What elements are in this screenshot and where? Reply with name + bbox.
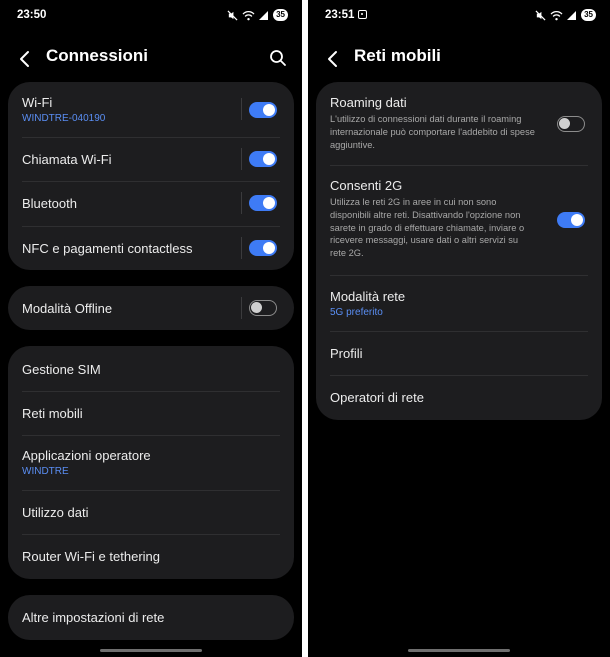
wifi-calling-icon bbox=[242, 10, 255, 20]
more-network-settings-row[interactable]: Altre impostazioni di rete bbox=[8, 595, 294, 640]
wifi-row[interactable]: Wi-Fi WINDTRE-040190 bbox=[8, 82, 294, 137]
operator-apps-label: Applicazioni operatore bbox=[22, 448, 151, 463]
offline-mode-toggle[interactable] bbox=[249, 300, 277, 316]
more-network-settings-label: Altre impostazioni di rete bbox=[22, 610, 165, 625]
network-mode-label: Modalità rete bbox=[330, 289, 406, 304]
mute-icon bbox=[227, 9, 238, 21]
data-roaming-toggle[interactable] bbox=[557, 116, 585, 132]
operator-name: WINDTRE bbox=[22, 466, 69, 477]
wifi-calling-row[interactable]: Chiamata Wi-Fi bbox=[8, 137, 294, 181]
status-bar: 23:51 35 bbox=[308, 0, 610, 32]
profiles-label: Profili bbox=[330, 346, 363, 361]
mobile-networks-label: Reti mobili bbox=[22, 406, 83, 421]
status-icons: 35 bbox=[535, 9, 596, 21]
wifi-calling-toggle[interactable] bbox=[249, 151, 277, 167]
allow-2g-row[interactable]: Consenti 2G Utilizza le reti 2G in aree … bbox=[316, 165, 602, 275]
data-roaming-label: Roaming dati bbox=[330, 95, 407, 110]
offline-card: Modalità Offline bbox=[8, 286, 294, 330]
profiles-row[interactable]: Profili bbox=[316, 331, 602, 375]
page-title: Connessioni bbox=[46, 46, 149, 65]
battery-indicator: 35 bbox=[581, 9, 596, 21]
divider bbox=[241, 192, 242, 214]
bluetooth-label: Bluetooth bbox=[22, 196, 77, 211]
signal-icon bbox=[567, 10, 577, 20]
divider bbox=[241, 98, 242, 120]
operator-apps-row[interactable]: Applicazioni operatore WINDTRE bbox=[8, 435, 294, 490]
battery-indicator: 35 bbox=[273, 9, 288, 21]
wifi-toggle[interactable] bbox=[249, 102, 277, 118]
mobile-networks-card: Roaming dati L'utilizzo di connessioni d… bbox=[316, 82, 602, 420]
hotspot-tethering-label: Router Wi-Fi e tethering bbox=[22, 549, 160, 564]
app-bar: Reti mobili bbox=[308, 40, 610, 76]
more-settings-card: Altre impostazioni di rete bbox=[8, 595, 294, 640]
hotspot-tethering-row[interactable]: Router Wi-Fi e tethering bbox=[8, 534, 294, 579]
signal-icon bbox=[259, 10, 269, 20]
network-mode-value: 5G preferito bbox=[330, 307, 383, 318]
status-icons: 35 bbox=[227, 9, 288, 21]
network-operators-row[interactable]: Operatori di rete bbox=[316, 375, 602, 420]
nfc-row[interactable]: NFC e pagamenti contactless bbox=[8, 226, 294, 270]
search-icon[interactable] bbox=[268, 48, 288, 68]
home-indicator[interactable] bbox=[100, 649, 202, 652]
connections-toggles-card: Wi-Fi WINDTRE-040190 Chiamata Wi-Fi Blue… bbox=[8, 82, 294, 270]
nfc-label: NFC e pagamenti contactless bbox=[22, 241, 193, 256]
status-time: 23:51 bbox=[325, 9, 355, 21]
reti-mobili-screen: 23:51 35 Reti mobili Roaming dati L'util… bbox=[308, 0, 610, 657]
offline-mode-row[interactable]: Modalità Offline bbox=[8, 286, 294, 330]
status-time: 23:50 bbox=[17, 9, 47, 21]
app-bar: Connessioni bbox=[0, 40, 302, 76]
network-settings-card: Gestione SIM Reti mobili Applicazioni op… bbox=[8, 346, 294, 579]
data-usage-label: Utilizzo dati bbox=[22, 505, 89, 520]
divider bbox=[241, 237, 242, 259]
bluetooth-row[interactable]: Bluetooth bbox=[8, 181, 294, 226]
allow-2g-toggle[interactable] bbox=[557, 212, 585, 228]
allow-2g-description: Utilizza le reti 2G in aree in cui non s… bbox=[330, 197, 525, 259]
wifi-label: Wi-Fi bbox=[22, 95, 53, 110]
bluetooth-toggle[interactable] bbox=[249, 195, 277, 211]
nfc-toggle[interactable] bbox=[249, 240, 277, 256]
network-operators-label: Operatori di rete bbox=[330, 390, 424, 405]
data-usage-row[interactable]: Utilizzo dati bbox=[8, 490, 294, 534]
back-arrow-icon[interactable] bbox=[322, 48, 344, 70]
divider bbox=[241, 297, 242, 319]
offline-mode-label: Modalità Offline bbox=[22, 301, 113, 316]
status-bar: 23:50 35 bbox=[0, 0, 302, 32]
wifi-calling-label: Chiamata Wi-Fi bbox=[22, 152, 112, 167]
wifi-calling-icon bbox=[550, 10, 563, 20]
screenshot-icon bbox=[358, 10, 367, 19]
connessioni-screen: 23:50 35 Connessioni Wi-Fi WINDTRE-04019… bbox=[0, 0, 302, 657]
home-indicator[interactable] bbox=[408, 649, 510, 652]
wifi-network-name: WINDTRE-040190 bbox=[22, 113, 106, 124]
data-roaming-row[interactable]: Roaming dati L'utilizzo di connessioni d… bbox=[316, 82, 602, 165]
allow-2g-label: Consenti 2G bbox=[330, 178, 403, 193]
mute-icon bbox=[535, 9, 546, 21]
sim-management-label: Gestione SIM bbox=[22, 362, 101, 377]
page-title: Reti mobili bbox=[354, 46, 441, 65]
data-roaming-description: L'utilizzo di connessioni dati durante i… bbox=[330, 114, 535, 150]
back-arrow-icon[interactable] bbox=[14, 48, 36, 70]
divider bbox=[241, 148, 242, 170]
network-mode-row[interactable]: Modalità rete 5G preferito bbox=[316, 275, 602, 331]
mobile-networks-row[interactable]: Reti mobili bbox=[8, 391, 294, 435]
sim-management-row[interactable]: Gestione SIM bbox=[8, 346, 294, 391]
